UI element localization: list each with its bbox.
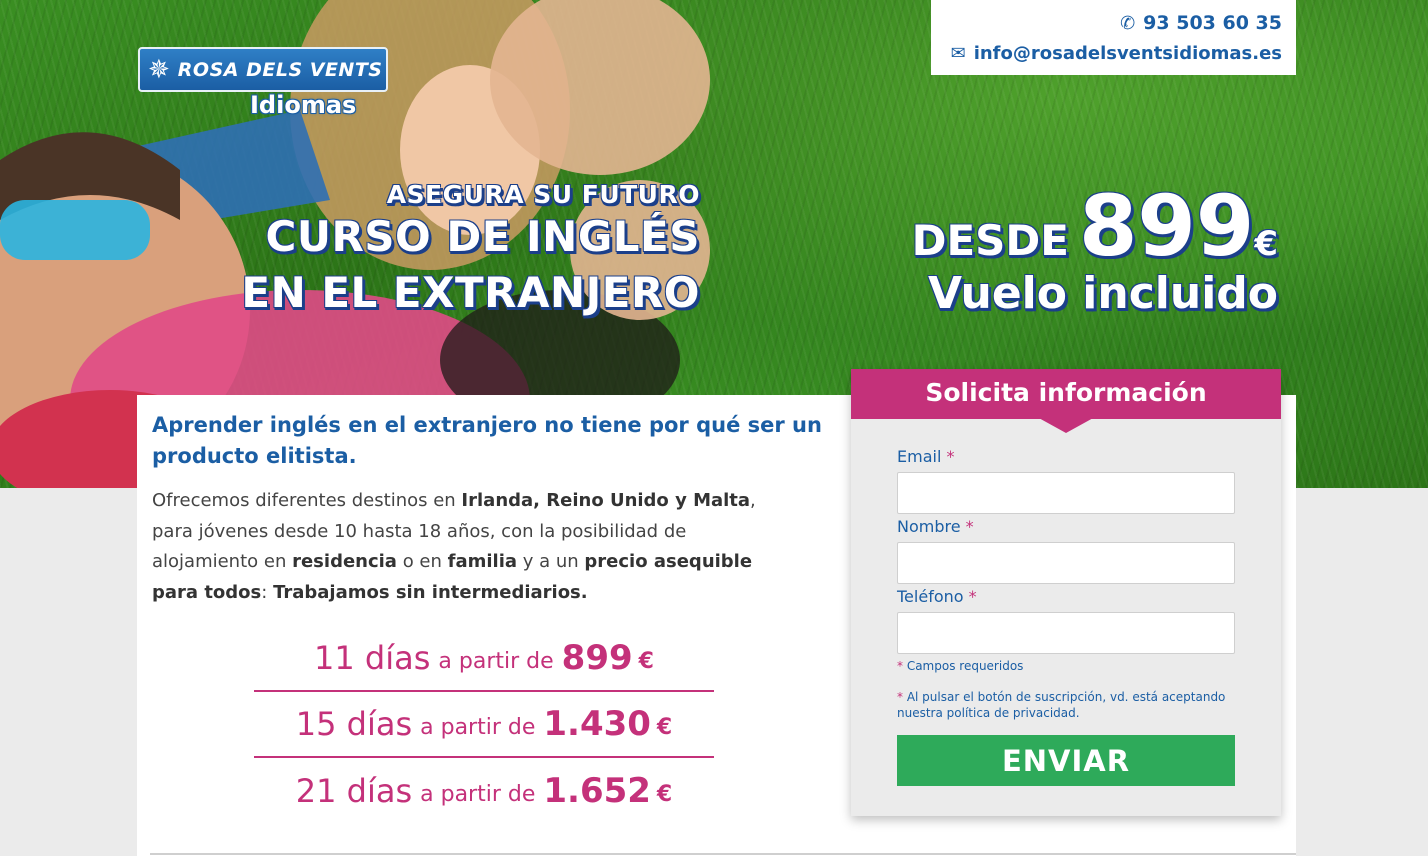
hero-title-line1: CURSO DE INGLÉS [265, 212, 700, 261]
price-option: 11 días a partir de 899 € [254, 626, 714, 692]
para-bold: Irlanda, Reino Unido y Malta [461, 490, 751, 511]
logo-name: ROSA DELS VENTS [177, 58, 383, 81]
email-label: Email * [897, 447, 954, 466]
price-list: 11 días a partir de 899 € 15 días a part… [254, 626, 714, 824]
price-amount: 1.652 [543, 771, 651, 811]
form-title: Solicita información [851, 369, 1281, 419]
para-bold: Trabajamos sin intermediarios. [273, 581, 588, 603]
desde-label: DESDE [911, 216, 1069, 265]
name-field[interactable] [897, 542, 1235, 584]
required-mark: * [965, 517, 974, 536]
hero-price-value: 899 [1078, 177, 1255, 275]
phone-link[interactable]: ✆ 93 503 60 35 [931, 8, 1282, 38]
privacy-note: * Al pulsar el botón de suscripción, vd.… [897, 689, 1247, 721]
info-request-form: Solicita información Email * Nombre * Te… [851, 369, 1281, 816]
phone-field[interactable] [897, 612, 1235, 654]
hero-price-currency: € [1254, 224, 1278, 264]
price-option: 15 días a partir de 1.430 € [254, 692, 714, 758]
phone-label-text: Teléfono [897, 587, 964, 606]
phone-label: Teléfono * [897, 587, 977, 606]
price-currency: € [656, 781, 673, 807]
lead-text: Aprender inglés en el extranjero no tien… [152, 413, 822, 468]
price-amount: 1.430 [543, 704, 651, 744]
hero-title-line2: EN EL EXTRANJERO [241, 268, 700, 317]
price-currency: € [638, 648, 654, 674]
price-option: 21 días a partir de 1.652 € [254, 758, 714, 824]
name-label-text: Nombre [897, 517, 961, 536]
required-mark: * [897, 659, 903, 673]
hero-headline: ASEGURA SU FUTURO CURSO DE INGLÉS EN EL … [210, 180, 700, 321]
para-bold: residencia [292, 551, 397, 572]
para-text: Ofrecemos diferentes destinos en [152, 490, 462, 511]
hero-kicker: ASEGURA SU FUTURO [386, 180, 700, 209]
logo-subtitle: Idiomas [250, 91, 357, 119]
phone-number: 93 503 60 35 [1143, 12, 1282, 34]
para-bold: familia [447, 551, 518, 572]
price-from: a partir de [420, 781, 536, 807]
price-from: a partir de [420, 714, 536, 740]
name-label: Nombre * [897, 517, 974, 536]
required-note: * Campos requeridos [897, 658, 1247, 674]
contact-box: ✆ 93 503 60 35 ✉ info@rosadelsventsidiom… [931, 0, 1296, 75]
para-text: y a un [517, 551, 585, 572]
submit-button[interactable]: ENVIAR [897, 735, 1235, 786]
compass-star-icon: ✵ [148, 54, 170, 85]
logo-badge: ✵ ROSA DELS VENTS [138, 47, 388, 92]
required-mark: * [897, 690, 903, 704]
flight-included: Vuelo incluido [928, 268, 1278, 319]
para-text: : [261, 581, 274, 603]
price-row: DESDE 899 € [880, 180, 1278, 272]
email-link[interactable]: ✉ info@rosadelsventsidiomas.es [931, 38, 1282, 68]
required-mark: * [946, 447, 955, 466]
email-address: info@rosadelsventsidiomas.es [973, 42, 1282, 64]
price-from: a partir de [438, 648, 554, 674]
price-currency: € [656, 714, 673, 740]
price-days: 21 días [295, 772, 413, 810]
privacy-note-text[interactable]: Al pulsar el botón de suscripción, vd. e… [897, 690, 1225, 720]
hero-price: DESDE 899 € Vuelo incluido [880, 180, 1278, 320]
form-title-caret [1037, 417, 1095, 433]
price-days: 15 días [295, 705, 413, 743]
email-field[interactable] [897, 472, 1235, 514]
email-label-text: Email [897, 447, 942, 466]
para-text: o en [396, 551, 448, 572]
price-amount: 899 [561, 638, 633, 678]
price-days: 11 días [314, 639, 431, 677]
brand-logo[interactable]: ✵ ROSA DELS VENTS Idiomas [138, 47, 388, 125]
required-note-text: Campos requeridos [906, 659, 1024, 673]
required-mark: * [968, 587, 977, 606]
envelope-icon: ✉ [950, 42, 966, 64]
divider [150, 853, 1296, 855]
description-paragraph: Ofrecemos diferentes destinos en Irlanda… [152, 486, 792, 608]
phone-icon: ✆ [1120, 12, 1136, 34]
